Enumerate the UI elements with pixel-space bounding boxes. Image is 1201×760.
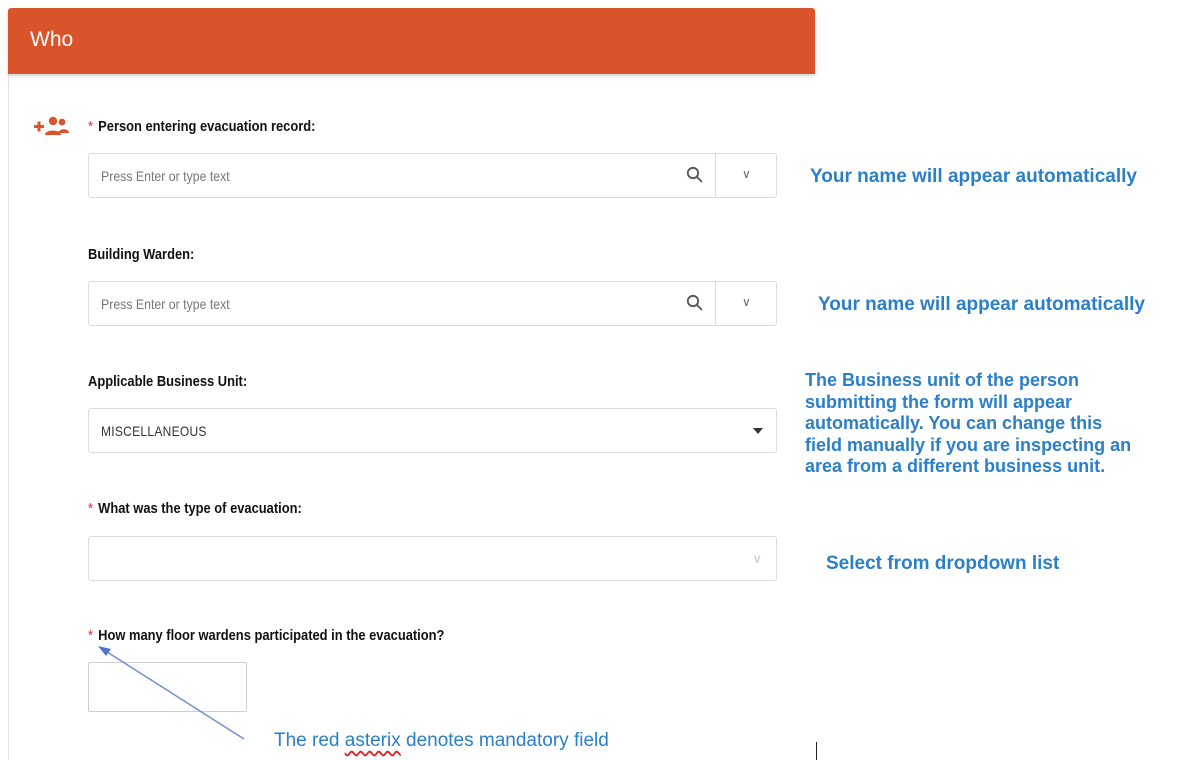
note-mandatory: The red asterix denotes mandatory field xyxy=(274,730,609,752)
annotation-arrow xyxy=(98,646,245,740)
note-mandatory-post: denotes mandatory field xyxy=(400,730,609,751)
text-cursor xyxy=(816,742,817,760)
note-mandatory-pre: The red xyxy=(274,730,345,751)
note-mandatory-word: asterix xyxy=(344,730,401,751)
